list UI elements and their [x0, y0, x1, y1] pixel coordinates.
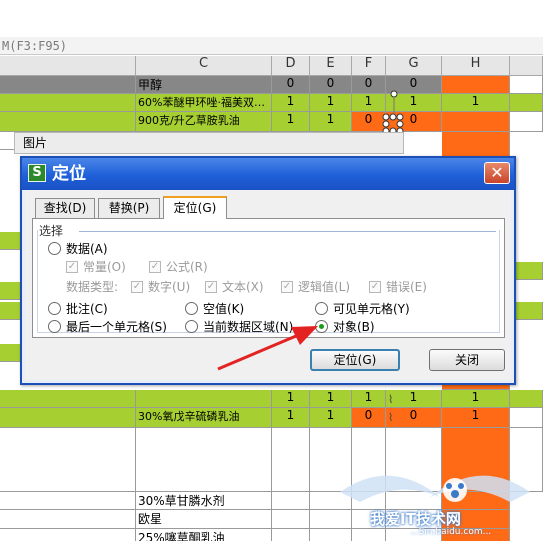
resize-handle[interactable]	[390, 90, 398, 98]
groupbox-line	[79, 231, 496, 232]
tab-replace[interactable]: 替换(P)	[98, 198, 160, 218]
dialog-titlebar[interactable]: S 定位 ✕	[22, 158, 514, 190]
checkbox-number-label[interactable]: 数字(U)	[148, 280, 190, 294]
radio-last-cell-label[interactable]: 最后一个单元格(S)	[66, 320, 167, 334]
dialog-body: 查找(D) 替换(P) 定位(G) 选择 数据(A) ✓ 常量(O) ✓ 公式(…	[25, 190, 511, 380]
checkbox-text[interactable]: ✓	[205, 281, 217, 293]
radio-last-cell[interactable]	[48, 320, 61, 333]
checkbox-constant[interactable]: ✓	[66, 261, 78, 273]
checkbox-logical[interactable]: ✓	[281, 281, 293, 293]
watermark-text: 我爱IT技术网	[370, 510, 461, 528]
goto-dialog: S 定位 ✕ 查找(D) 替换(P) 定位(G) 选择 数据(A) ✓ 常量(O…	[20, 156, 516, 385]
checkbox-constant-label[interactable]: 常量(O)	[83, 260, 126, 274]
wps-app-icon: S	[28, 164, 46, 182]
checkbox-logical-label[interactable]: 逻辑值(L)	[298, 280, 350, 294]
resize-handle[interactable]	[389, 113, 397, 121]
checkbox-error[interactable]: ✓	[369, 281, 381, 293]
paperclip-icon[interactable]: ⌇	[388, 393, 393, 406]
radio-current-region-label[interactable]: 当前数据区域(N)	[203, 320, 293, 334]
radio-visible-cells[interactable]	[315, 302, 328, 315]
radio-objects[interactable]	[315, 320, 328, 333]
resize-handle[interactable]	[382, 120, 390, 128]
radio-comment-label[interactable]: 批注(C)	[66, 302, 108, 316]
picture-toolbar-label: 图片	[23, 136, 48, 150]
tab-goto[interactable]: 定位(G)	[163, 196, 227, 219]
resize-handle[interactable]	[382, 113, 390, 121]
checkbox-formula-label[interactable]: 公式(R)	[166, 260, 208, 274]
data-type-label: 数据类型:	[66, 280, 119, 294]
radio-blank-label[interactable]: 空值(K)	[203, 302, 244, 316]
radio-objects-label[interactable]: 对象(B)	[333, 320, 375, 334]
checkbox-error-label[interactable]: 错误(E)	[386, 280, 427, 294]
radio-current-region[interactable]	[185, 320, 198, 333]
radio-data-label[interactable]: 数据(A)	[66, 242, 108, 256]
radio-data[interactable]	[48, 242, 61, 255]
goto-button[interactable]: 定位(G)	[310, 349, 400, 371]
goto-tab-panel: 选择 数据(A) ✓ 常量(O) ✓ 公式(R) 数据类型: ✓ 数字(U) ✓…	[32, 218, 505, 338]
radio-visible-cells-label[interactable]: 可见单元格(Y)	[333, 302, 410, 316]
group-label-select: 选择	[39, 222, 67, 239]
close-icon[interactable]: ✕	[484, 162, 510, 184]
checkbox-text-label[interactable]: 文本(X)	[222, 280, 264, 294]
checkbox-formula[interactable]: ✓	[149, 261, 161, 273]
resize-handle[interactable]	[396, 113, 404, 121]
tab-find[interactable]: 查找(D)	[35, 198, 95, 218]
resize-handle[interactable]	[396, 120, 404, 128]
dialog-title: 定位	[52, 164, 86, 184]
checkbox-number[interactable]: ✓	[131, 281, 143, 293]
close-button[interactable]: 关闭	[429, 349, 505, 371]
radio-comment[interactable]	[48, 302, 61, 315]
radio-blank[interactable]	[185, 302, 198, 315]
watermark-url: ...Sin.baidu.com...	[410, 527, 492, 537]
paperclip-icon[interactable]: ⌇	[388, 411, 393, 424]
picture-toolbar[interactable]: 图片	[14, 132, 404, 154]
